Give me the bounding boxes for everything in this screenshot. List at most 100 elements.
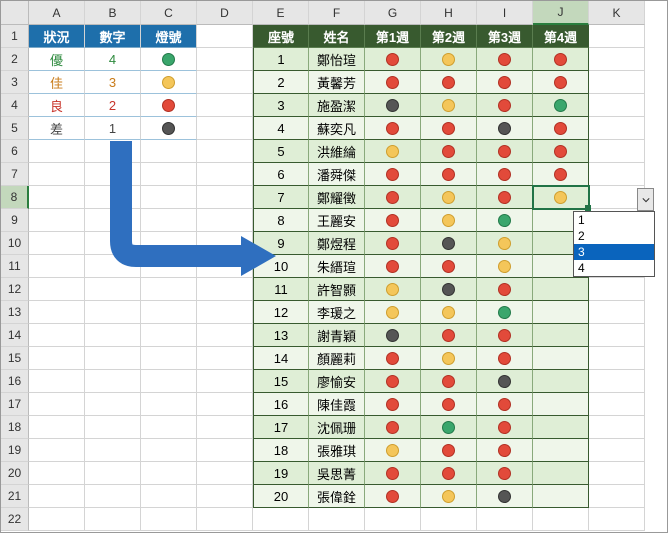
col-header[interactable]: I (477, 1, 533, 25)
empty-cell[interactable] (589, 48, 645, 71)
empty-cell[interactable] (29, 485, 85, 508)
row-header[interactable]: 17 (1, 393, 29, 416)
empty-cell[interactable] (589, 462, 645, 485)
empty-cell[interactable] (589, 416, 645, 439)
empty-cell[interactable] (589, 71, 645, 94)
row-header[interactable]: 15 (1, 347, 29, 370)
empty-cell[interactable] (85, 439, 141, 462)
empty-cell[interactable] (141, 462, 197, 485)
empty-cell[interactable] (29, 301, 85, 324)
empty-cell[interactable] (85, 140, 141, 163)
right-week-cell[interactable] (533, 370, 589, 393)
empty-cell[interactable] (85, 163, 141, 186)
col-header[interactable]: E (253, 1, 309, 25)
empty-cell[interactable] (253, 508, 309, 531)
empty-cell[interactable] (589, 508, 645, 531)
row-header[interactable]: 3 (1, 71, 29, 94)
right-week-cell[interactable] (365, 416, 421, 439)
right-week-cell[interactable] (421, 301, 477, 324)
right-week-cell[interactable] (477, 370, 533, 393)
empty-cell[interactable] (141, 508, 197, 531)
row-header[interactable]: 21 (1, 485, 29, 508)
right-week-cell[interactable] (533, 140, 589, 163)
right-week-cell[interactable] (477, 439, 533, 462)
empty-cell[interactable] (589, 278, 645, 301)
row-header[interactable]: 14 (1, 324, 29, 347)
corner-cell[interactable] (1, 1, 29, 25)
right-week-cell[interactable] (533, 71, 589, 94)
right-week-cell[interactable] (421, 71, 477, 94)
empty-cell[interactable] (197, 278, 253, 301)
empty-cell[interactable] (85, 485, 141, 508)
empty-cell[interactable] (589, 370, 645, 393)
empty-cell[interactable] (29, 416, 85, 439)
right-week-cell[interactable] (421, 94, 477, 117)
right-week-cell[interactable] (365, 393, 421, 416)
empty-cell[interactable] (197, 439, 253, 462)
empty-cell[interactable] (197, 209, 253, 232)
row-header[interactable]: 20 (1, 462, 29, 485)
col-header[interactable]: A (29, 1, 85, 25)
empty-cell[interactable] (29, 278, 85, 301)
right-week-cell[interactable] (421, 324, 477, 347)
empty-cell[interactable] (589, 301, 645, 324)
right-week-cell[interactable] (421, 439, 477, 462)
right-week-cell[interactable] (477, 485, 533, 508)
empty-cell[interactable] (141, 255, 197, 278)
right-week-cell[interactable] (533, 393, 589, 416)
empty-cell[interactable] (141, 209, 197, 232)
empty-cell[interactable] (589, 324, 645, 347)
empty-cell[interactable] (29, 186, 85, 209)
col-header[interactable]: H (421, 1, 477, 25)
col-header[interactable]: B (85, 1, 141, 25)
empty-cell[interactable] (197, 255, 253, 278)
right-week-cell[interactable] (477, 301, 533, 324)
right-week-cell[interactable] (365, 462, 421, 485)
empty-cell[interactable] (141, 232, 197, 255)
right-week-cell[interactable] (421, 232, 477, 255)
row-header[interactable]: 8 (1, 186, 29, 209)
row-header[interactable]: 1 (1, 25, 29, 48)
dropdown-list[interactable]: 1234 (573, 211, 655, 277)
empty-cell[interactable] (197, 48, 253, 71)
row-header[interactable]: 18 (1, 416, 29, 439)
empty-cell[interactable] (85, 301, 141, 324)
right-week-cell[interactable] (477, 48, 533, 71)
right-week-cell[interactable] (421, 278, 477, 301)
dropdown-item[interactable]: 2 (574, 228, 654, 244)
empty-cell[interactable] (29, 140, 85, 163)
col-header[interactable]: C (141, 1, 197, 25)
empty-cell[interactable] (589, 140, 645, 163)
empty-cell[interactable] (197, 324, 253, 347)
right-week-cell[interactable] (421, 186, 477, 209)
empty-cell[interactable] (589, 94, 645, 117)
empty-cell[interactable] (85, 462, 141, 485)
right-week-cell[interactable] (421, 48, 477, 71)
right-week-cell[interactable] (533, 117, 589, 140)
empty-cell[interactable] (141, 278, 197, 301)
right-week-cell[interactable] (421, 140, 477, 163)
empty-cell[interactable] (29, 209, 85, 232)
right-week-cell[interactable] (421, 485, 477, 508)
right-week-cell[interactable] (477, 140, 533, 163)
right-week-cell[interactable] (533, 324, 589, 347)
empty-cell[interactable] (197, 462, 253, 485)
empty-cell[interactable] (85, 393, 141, 416)
right-week-cell[interactable] (477, 393, 533, 416)
empty-cell[interactable] (197, 94, 253, 117)
right-week-cell[interactable] (533, 301, 589, 324)
right-week-cell[interactable] (365, 255, 421, 278)
empty-cell[interactable] (85, 209, 141, 232)
empty-cell[interactable] (589, 163, 645, 186)
empty-cell[interactable] (85, 324, 141, 347)
empty-cell[interactable] (477, 508, 533, 531)
right-week-cell[interactable] (533, 439, 589, 462)
empty-cell[interactable] (589, 347, 645, 370)
right-week-cell[interactable] (421, 255, 477, 278)
row-header[interactable]: 2 (1, 48, 29, 71)
row-header[interactable]: 12 (1, 278, 29, 301)
right-week-cell[interactable] (421, 416, 477, 439)
right-week-cell[interactable] (365, 278, 421, 301)
right-week-cell[interactable] (533, 278, 589, 301)
empty-cell[interactable] (29, 462, 85, 485)
